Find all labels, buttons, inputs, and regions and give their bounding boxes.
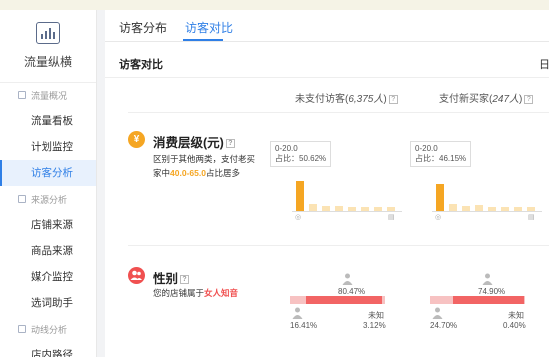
divider <box>128 245 549 246</box>
section-title: 访客对比 <box>119 59 163 71</box>
nav-group-overview: 流量概况 <box>0 82 96 108</box>
tab-visitor-distribution[interactable]: 访客分布 <box>119 19 167 36</box>
sidebar-item-product-source[interactable]: 商品来源 <box>0 238 96 264</box>
consumption-title-text: 消费层级(元) <box>153 136 224 150</box>
tooltip-range: 0-20.0 <box>415 144 438 153</box>
section-header: 访客对比 日 <box>105 50 549 78</box>
histogram-bar[interactable] <box>296 181 304 211</box>
column-count: 247人 <box>492 94 520 105</box>
male-bar <box>430 296 453 304</box>
divider <box>128 112 549 113</box>
desc-text: 占比居多 <box>205 168 240 178</box>
coin-low-icon: ◎ <box>295 214 302 221</box>
coin-high-icon: ▤ <box>528 214 535 221</box>
tooltip-share: 占比：50.62% <box>275 154 327 163</box>
column-label: 支付新买家 <box>439 94 489 105</box>
nav-group-label: 流量概况 <box>31 90 68 101</box>
help-icon[interactable]: ? <box>524 94 534 104</box>
male-percent: 24.70% <box>430 321 458 330</box>
unknown-percent: 3.12% <box>363 321 386 330</box>
column-header-unpaid: 未支付访客(6,375人)? <box>295 90 398 105</box>
sidebar-item-keyword-helper[interactable]: 选词助手 <box>0 290 96 316</box>
sidebar-item-plan-monitor[interactable]: 计划监控 <box>0 134 96 160</box>
male-bar <box>290 296 306 304</box>
sidebar: 流量纵横 流量概况 流量看板 计划监控 访客分析 来源分析 店铺来源 商品来源 … <box>0 10 97 357</box>
gender-desc: 您的店铺属于女人知音 <box>153 286 273 300</box>
help-icon[interactable]: ? <box>388 94 398 104</box>
desc-text: 家中 <box>153 168 171 178</box>
chart-axis <box>432 211 542 212</box>
consumption-title: 消费层级(元)? <box>153 132 235 151</box>
histogram-bar[interactable] <box>436 184 444 211</box>
tooltip: 0-20.0 占比：46.15% <box>410 141 472 167</box>
male-icon <box>432 307 443 319</box>
female-percent: 80.47% <box>338 287 366 296</box>
tooltip-range: 0-20.0 <box>275 144 298 153</box>
desc-highlight: 女人知音 <box>204 288 239 298</box>
unknown-percent: 0.40% <box>503 321 526 330</box>
gender-title: 性别? <box>153 268 190 287</box>
sidebar-nav: 流量概况 流量看板 计划监控 访客分析 来源分析 店铺来源 商品来源 媒介监控 … <box>0 82 96 357</box>
female-bar <box>306 296 382 304</box>
male-icon <box>292 307 303 319</box>
unknown-bar <box>524 296 525 304</box>
consumption-desc: 区别于其他两类，支付老买 家中40.0-65.0占比居多 <box>153 152 273 180</box>
tooltip: 0-20.0 占比：50.62% <box>270 141 332 167</box>
active-tab-indicator <box>183 39 223 41</box>
chart-axis <box>292 211 402 212</box>
sidebar-item-media-monitor[interactable]: 媒介监控 <box>0 264 96 290</box>
help-icon[interactable]: ? <box>180 275 190 285</box>
nav-group-label: 动线分析 <box>31 324 68 335</box>
desc-text: 您的店铺属于 <box>153 288 205 298</box>
female-percent: 74.90% <box>478 287 506 296</box>
coin-low-icon: ◎ <box>435 214 442 221</box>
tab-bar: 访客分布 访客对比 <box>105 10 549 42</box>
male-percent: 16.41% <box>290 321 318 330</box>
source-icon <box>18 195 26 203</box>
yen-icon: ¥ <box>128 131 145 148</box>
nav-group-path: 动线分析 <box>0 316 96 342</box>
unknown-bar <box>382 296 385 304</box>
app-title: 流量纵横 <box>23 55 72 69</box>
histogram-bar[interactable] <box>309 204 317 211</box>
sidebar-item-visitor-analysis[interactable]: 访客分析 <box>0 160 96 186</box>
unknown-label: 未知 <box>508 311 524 320</box>
gender-title-text: 性别 <box>153 272 179 286</box>
desc-text: 区别于其他两类，支付老买 <box>153 154 256 164</box>
column-label: 未支付访客 <box>295 94 345 105</box>
brand: 流量纵横 <box>0 10 96 80</box>
tab-visitor-compare[interactable]: 访客对比 <box>185 19 233 36</box>
help-icon[interactable]: ? <box>225 139 235 149</box>
unknown-label: 未知 <box>368 311 384 320</box>
person-icon <box>128 267 145 284</box>
female-icon <box>342 273 353 285</box>
chart-icon <box>36 22 60 44</box>
top-strip <box>0 0 549 10</box>
coin-high-icon: ▤ <box>388 214 395 221</box>
column-header-new-buyers: 支付新买家(247人)? <box>439 90 534 105</box>
overview-icon <box>18 91 26 99</box>
sidebar-item-traffic-board[interactable]: 流量看板 <box>0 108 96 134</box>
date-selector[interactable]: 日 <box>539 56 549 72</box>
column-count: 6,375人 <box>348 94 384 105</box>
female-icon <box>482 273 493 285</box>
sidebar-item-store-source[interactable]: 店铺来源 <box>0 212 96 238</box>
nav-group-source: 来源分析 <box>0 186 96 212</box>
main-content: 访客分布 访客对比 访客对比 日 未支付访客(6,375人)? 支付新买家(24… <box>105 10 549 357</box>
tooltip-share: 占比：46.15% <box>415 154 467 163</box>
female-bar <box>453 296 524 304</box>
desc-highlight: 40.0-65.0 <box>170 168 206 178</box>
sidebar-item-store-path[interactable]: 店内路径 <box>0 342 96 357</box>
path-icon <box>18 325 26 333</box>
nav-group-label: 来源分析 <box>31 194 68 205</box>
histogram-bar[interactable] <box>449 204 457 211</box>
